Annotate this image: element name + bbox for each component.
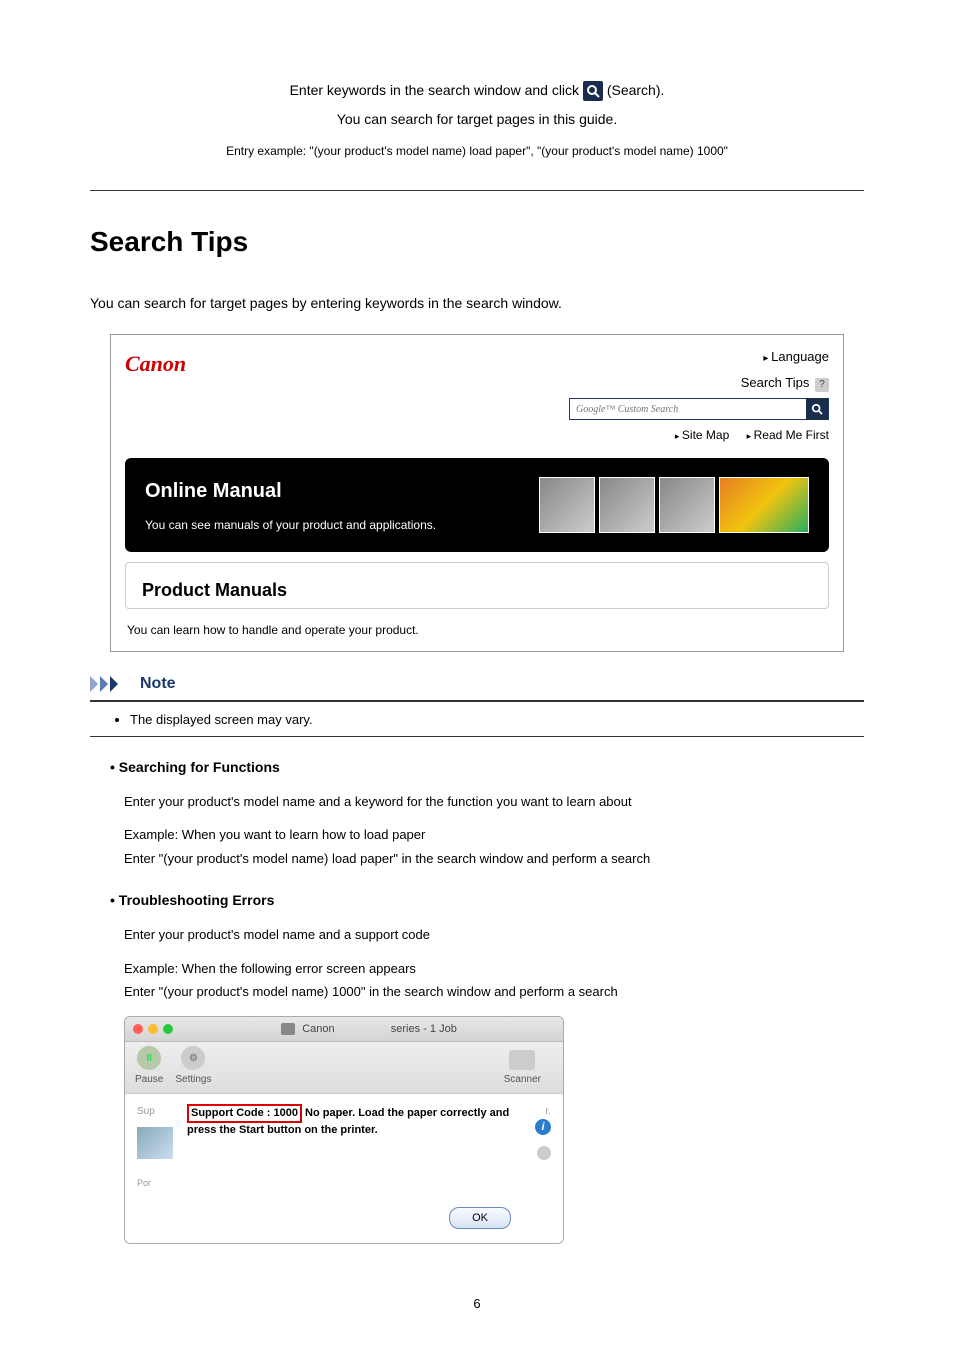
- tip-text: Enter your product's model name and a ke…: [124, 792, 864, 812]
- redacted-block: [338, 1025, 388, 1033]
- search-button[interactable]: [806, 398, 828, 420]
- title-suffix: series - 1 Job: [391, 1023, 457, 1035]
- hero-banner: Online Manual You can see manuals of you…: [125, 458, 829, 552]
- support-code-highlight: Support Code : 1000: [187, 1104, 302, 1123]
- search-icon: [583, 81, 603, 101]
- tip-item: Troubleshooting Errors Enter your produc…: [110, 890, 864, 1244]
- zoom-dot-icon: [163, 1024, 173, 1034]
- canon-logo: Canon: [125, 347, 186, 380]
- thumbnail-image: [659, 477, 715, 533]
- note-block: Note The displayed screen may vary.: [90, 672, 864, 737]
- por-label: Por: [137, 1177, 177, 1191]
- page-number: 6: [90, 1294, 864, 1314]
- thumbnail-image: [539, 477, 595, 533]
- note-label: Note: [140, 672, 176, 696]
- tip-text: Enter your product's model name and a su…: [124, 925, 864, 945]
- product-manuals-title: Product Manuals: [142, 577, 812, 604]
- scanner-label: Scanner: [504, 1072, 541, 1087]
- product-manuals-card: Product Manuals: [125, 562, 829, 609]
- error-message: Support Code : 1000 No paper. Load the p…: [187, 1104, 517, 1138]
- minimize-dot-icon: [148, 1024, 158, 1034]
- printer-icon: [281, 1023, 295, 1035]
- ok-button[interactable]: OK: [449, 1207, 511, 1230]
- intro-line-2: You can search for target pages in this …: [90, 109, 864, 130]
- tip-text: Example: When the following error screen…: [124, 959, 864, 979]
- tip-text: Enter "(your product's model name) 1000"…: [124, 982, 864, 1002]
- reload-icon: [537, 1146, 551, 1160]
- product-manuals-sub: You can learn how to handle and operate …: [127, 621, 829, 639]
- intro-text-a: Enter keywords in the search window and …: [290, 82, 583, 98]
- search-tips-label: Search Tips: [741, 375, 810, 390]
- language-link[interactable]: Language: [569, 347, 829, 367]
- note-item: The displayed screen may vary.: [130, 710, 864, 730]
- job-thumbnail: [137, 1127, 173, 1159]
- title-prefix: Canon: [302, 1023, 334, 1035]
- tip-text: Enter "(your product's model name) load …: [124, 849, 864, 869]
- settings-label: Settings: [175, 1072, 211, 1087]
- traffic-lights: [133, 1024, 173, 1034]
- tip-text: Example: When you want to learn how to l…: [124, 825, 864, 845]
- readme-link[interactable]: Read Me First: [747, 428, 829, 442]
- tip-heading: Searching for Functions: [110, 757, 864, 778]
- note-arrows-icon: [90, 676, 134, 692]
- window-title: Canon series - 1 Job: [183, 1021, 555, 1038]
- scanner-button[interactable]: Scanner: [504, 1050, 541, 1087]
- thumbnail-image: [719, 477, 809, 533]
- sup-label: Sup: [137, 1104, 177, 1119]
- tip-item: Searching for Functions Enter your produ…: [110, 757, 864, 869]
- lead-text: You can search for target pages by enter…: [90, 293, 864, 314]
- intro-line-1: Enter keywords in the search window and …: [90, 80, 864, 101]
- pause-label: Pause: [135, 1072, 163, 1087]
- error-screenshot: Canon series - 1 Job IIPause ⚙Settings S…: [124, 1016, 564, 1245]
- close-dot-icon: [133, 1024, 143, 1034]
- note-rule-bottom: [90, 736, 864, 737]
- page-title: Search Tips: [90, 221, 864, 263]
- intro-text-b: (Search).: [603, 82, 664, 98]
- language-label: Language: [771, 349, 829, 364]
- pause-button[interactable]: IIPause: [135, 1046, 163, 1087]
- intro-example: Entry example: "(your product's model na…: [90, 142, 864, 160]
- search-box: [569, 398, 829, 420]
- thumbnail-image: [599, 477, 655, 533]
- info-icon[interactable]: i: [535, 1119, 551, 1135]
- tip-heading: Troubleshooting Errors: [110, 890, 864, 911]
- settings-button[interactable]: ⚙Settings: [175, 1046, 211, 1087]
- search-input[interactable]: [570, 402, 806, 417]
- toolbar: IIPause ⚙Settings Scanner: [125, 1042, 563, 1094]
- search-tips-link[interactable]: Search Tips ?: [569, 373, 829, 393]
- browser-screenshot: Canon Language Search Tips ? Site Map Re…: [110, 334, 844, 652]
- hero-thumbnails: [539, 477, 809, 533]
- sitemap-link[interactable]: Site Map: [675, 428, 729, 442]
- divider: [90, 190, 864, 191]
- hero-title: Online Manual: [145, 476, 436, 506]
- note-rule: [90, 700, 864, 702]
- help-icon: ?: [815, 378, 829, 392]
- window-titlebar: Canon series - 1 Job: [125, 1017, 563, 1043]
- hero-subtitle: You can see manuals of your product and …: [145, 516, 436, 534]
